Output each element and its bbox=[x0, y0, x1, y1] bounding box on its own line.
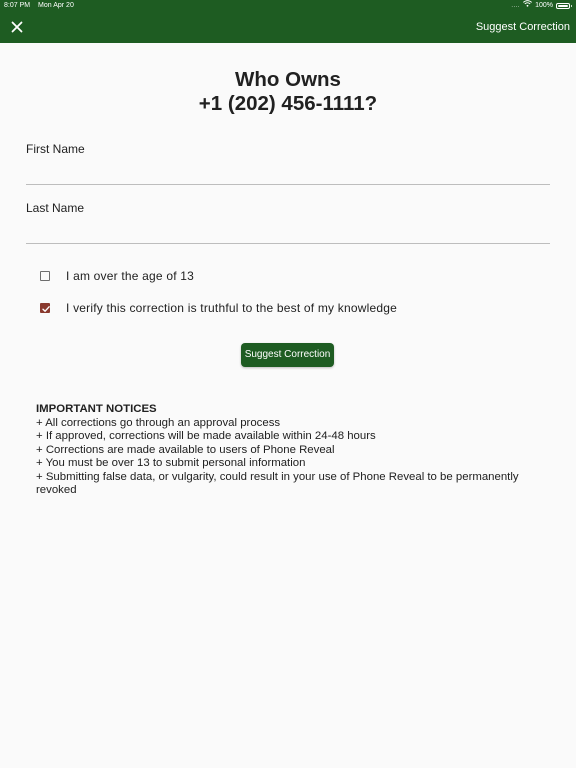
verify-checkbox[interactable] bbox=[40, 303, 50, 313]
page-title: Who Owns +1 (202) 456-1111? bbox=[0, 68, 576, 115]
wifi-icon bbox=[523, 0, 533, 12]
age-checkbox[interactable] bbox=[40, 271, 50, 281]
suggest-correction-nav-button[interactable]: Suggest Correction bbox=[476, 20, 570, 35]
notice-item: + You must be over 13 to submit personal… bbox=[36, 457, 306, 469]
suggest-correction-button[interactable]: Suggest Correction bbox=[241, 343, 334, 367]
status-right: .... 100% bbox=[511, 0, 572, 12]
status-date: Mon Apr 20 bbox=[38, 2, 74, 9]
last-name-input[interactable] bbox=[26, 221, 550, 244]
status-left: 8:07 PM Mon Apr 20 bbox=[4, 0, 74, 12]
page-title-line2: +1 (202) 456-1111? bbox=[198, 91, 378, 115]
signal-indicator: .... bbox=[511, 3, 521, 9]
notice-item: + If approved, corrections will be made … bbox=[36, 430, 376, 442]
battery-percent: 100% bbox=[535, 2, 553, 9]
age-checkbox-row[interactable]: I am over the age of 13 bbox=[40, 269, 194, 283]
notices-heading: IMPORTANT NOTICES bbox=[36, 403, 157, 415]
page-title-line1: Who Owns bbox=[235, 68, 341, 91]
notice-item: + Corrections are made available to user… bbox=[36, 443, 335, 456]
status-bar: 8:07 PM Mon Apr 20 .... 100% bbox=[0, 0, 576, 12]
first-name-input[interactable] bbox=[26, 162, 550, 185]
last-name-field-group: Last Name bbox=[26, 201, 550, 244]
first-name-field-group: First Name bbox=[26, 142, 550, 185]
checkmark-icon bbox=[42, 306, 50, 312]
age-checkbox-label: I am over the age of 13 bbox=[66, 269, 195, 283]
notice-item: + Submitting false data, or vulgarity, c… bbox=[36, 470, 519, 497]
notice-item: + All corrections go through an approval… bbox=[36, 416, 281, 429]
app-bar: 8:07 PM Mon Apr 20 .... 100% Suggest Cor… bbox=[0, 0, 576, 43]
close-icon bbox=[8, 21, 26, 40]
important-notices: IMPORTANT NOTICES + All corrections go t… bbox=[36, 403, 556, 498]
nav-bar: Suggest Correction bbox=[0, 12, 576, 43]
status-time: 8:07 PM bbox=[4, 2, 31, 9]
last-name-label: Last Name bbox=[26, 201, 85, 215]
verify-checkbox-label: I verify this correction is truthful to … bbox=[66, 301, 397, 315]
close-button[interactable] bbox=[8, 18, 26, 36]
verify-checkbox-row[interactable]: I verify this correction is truthful to … bbox=[40, 301, 397, 315]
first-name-label: First Name bbox=[26, 142, 85, 156]
battery-icon bbox=[556, 3, 572, 9]
